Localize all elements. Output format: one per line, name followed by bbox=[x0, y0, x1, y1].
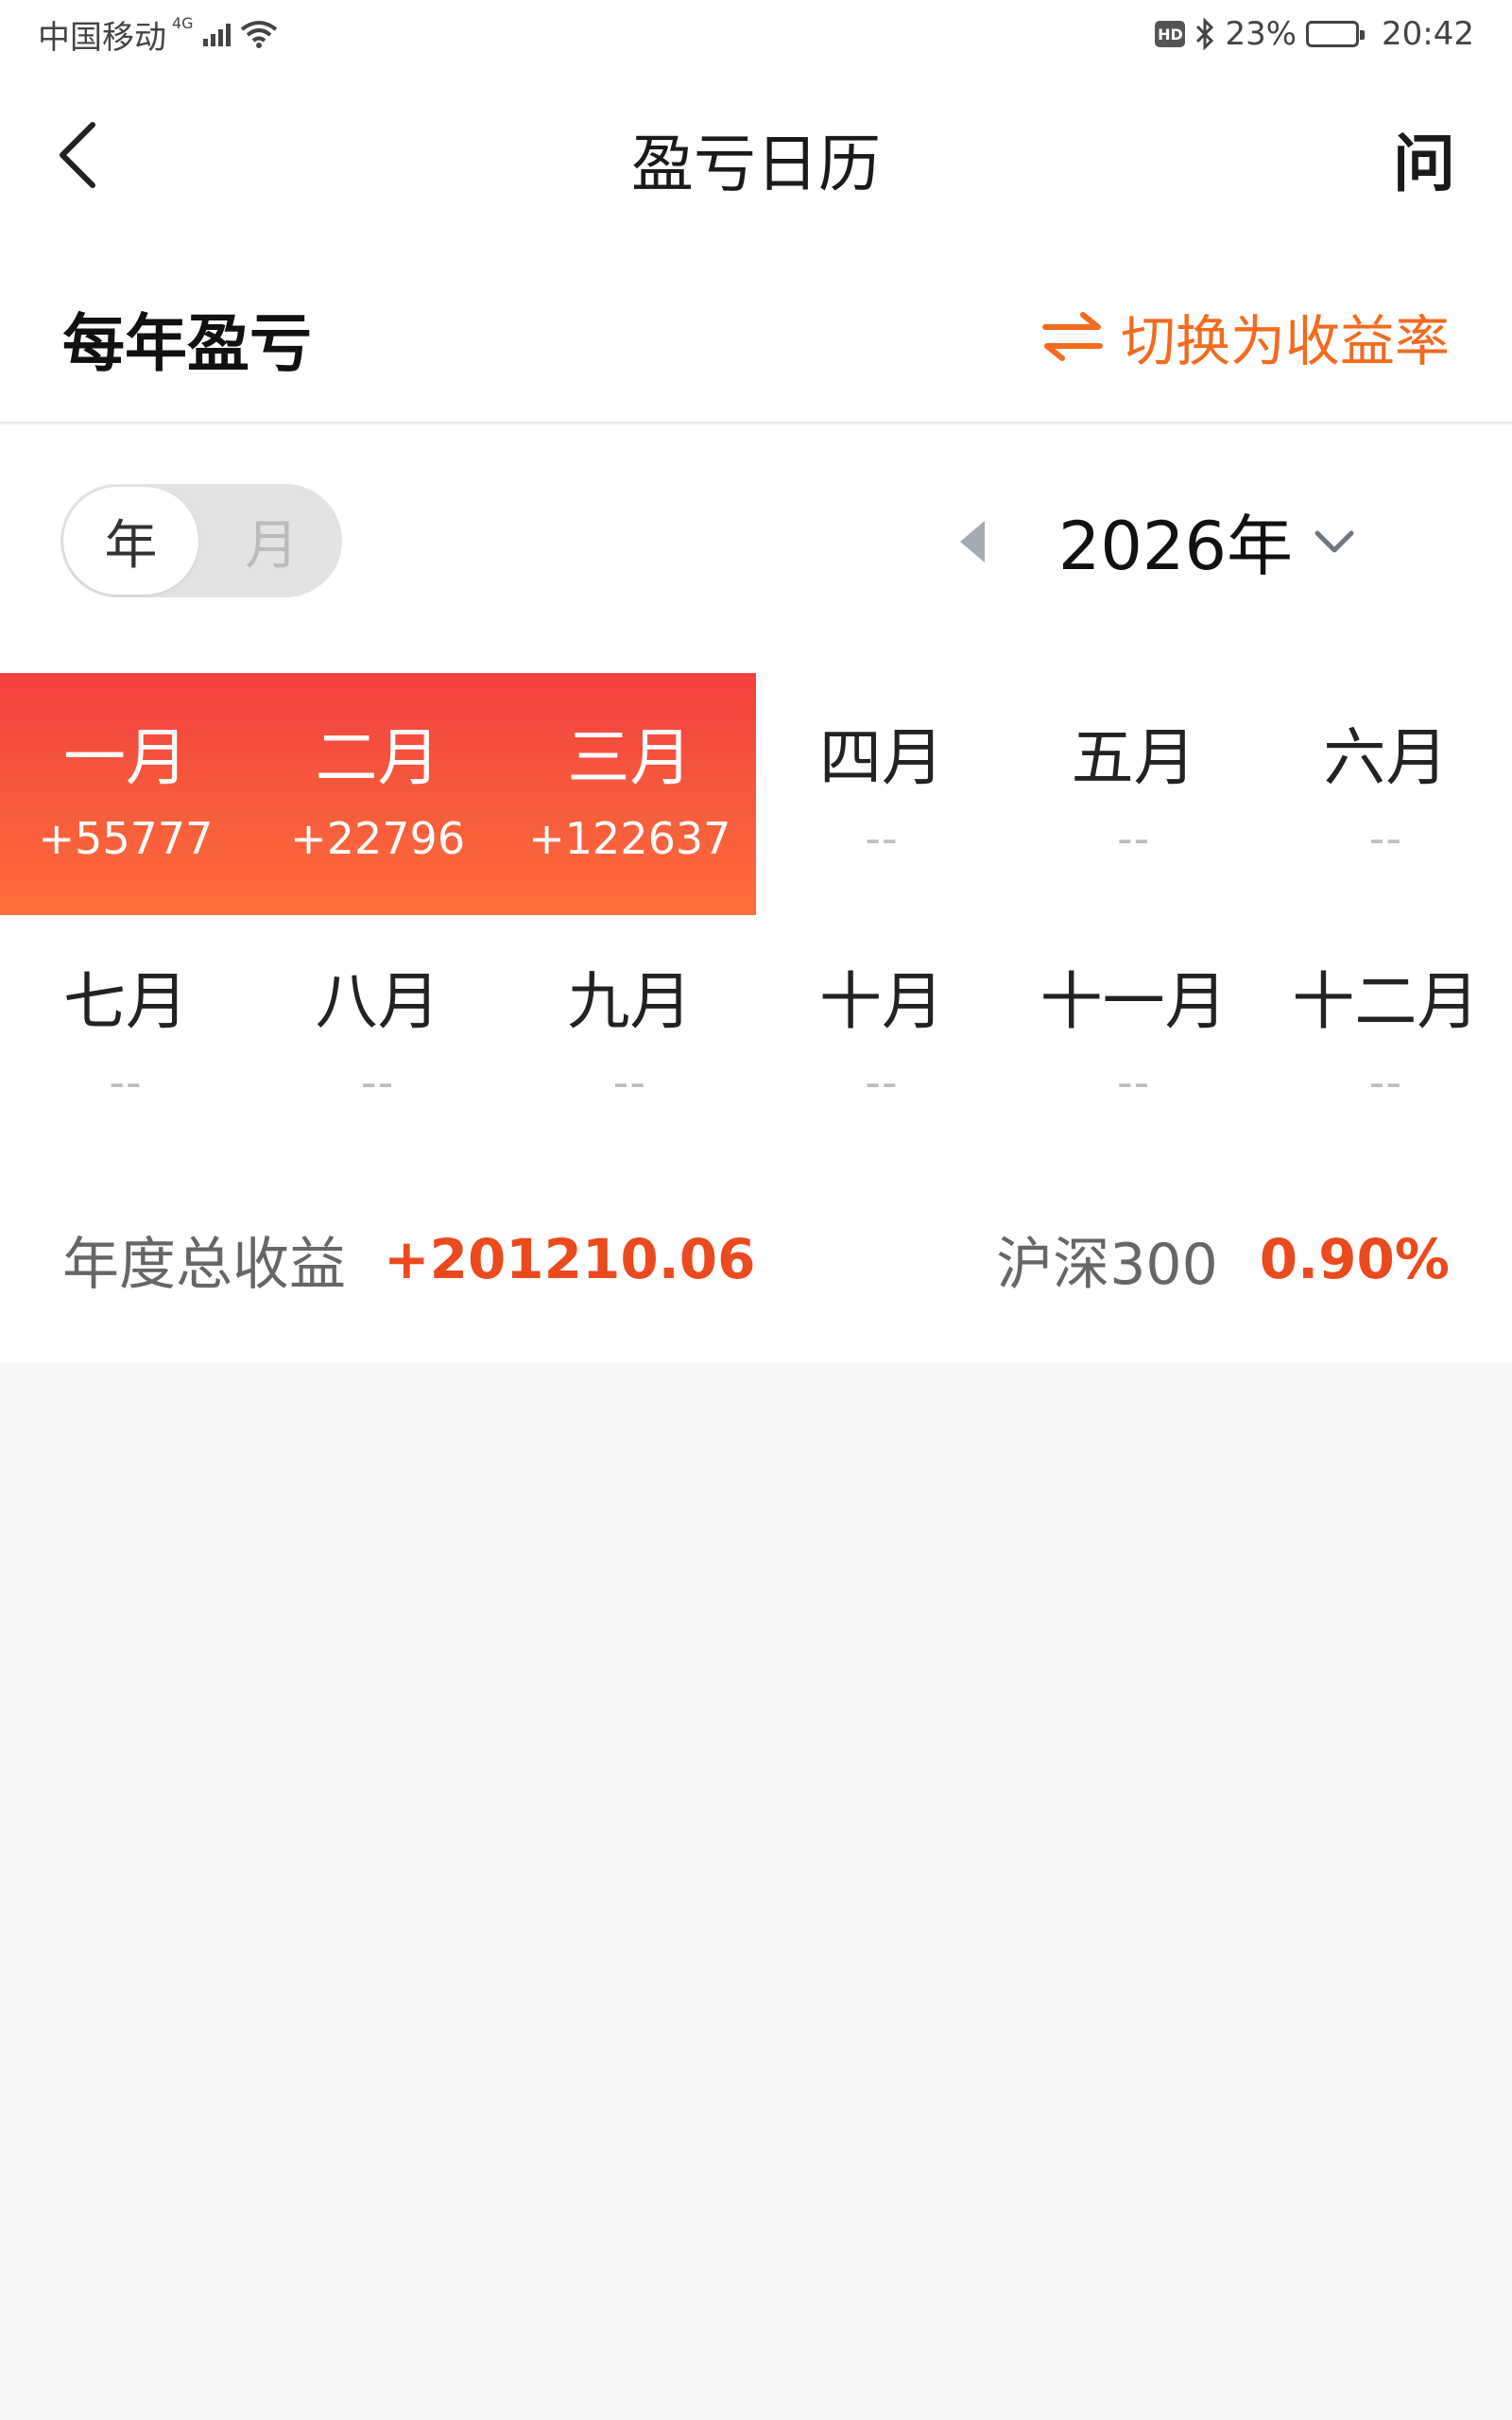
month-value: -- bbox=[1117, 813, 1151, 865]
month-value: +55777 bbox=[38, 813, 214, 865]
chevron-down-icon[interactable] bbox=[1314, 528, 1355, 555]
month-cell[interactable]: 四月 -- bbox=[756, 673, 1007, 915]
month-name: 十一月 bbox=[1040, 964, 1228, 1038]
page-title: 盈亏日历 bbox=[631, 128, 881, 200]
month-name: 二月 bbox=[315, 720, 440, 794]
month-value: -- bbox=[1368, 813, 1402, 865]
battery-percent: 23% bbox=[1225, 15, 1297, 53]
month-name: 九月 bbox=[567, 964, 693, 1038]
month-name: 七月 bbox=[63, 964, 188, 1038]
year-label[interactable]: 2026年 bbox=[1058, 493, 1293, 589]
hd-badge: HD bbox=[1155, 21, 1186, 47]
month-value: -- bbox=[1117, 1057, 1151, 1109]
month-value: -- bbox=[109, 1057, 143, 1109]
total-return-value: +201210.06 bbox=[384, 1227, 756, 1291]
signal-icon bbox=[202, 22, 231, 46]
year-selector: 2026年 bbox=[959, 493, 1355, 589]
switch-to-rate-button[interactable]: 切换为收益率 bbox=[1041, 297, 1450, 376]
annual-summary: 年度总收益 +201210.06 沪深300 0.90% bbox=[62, 1221, 1450, 1298]
month-grid: 一月 +55777 二月 +22796 三月 +122637 四月 -- 五月 -- 六月 -- 七月 -… bbox=[0, 673, 1512, 1161]
month-cell[interactable]: 三月 +122637 bbox=[504, 673, 755, 915]
month-name: 八月 bbox=[315, 964, 440, 1038]
month-value: -- bbox=[612, 1057, 646, 1109]
month-cell[interactable]: 十二月 -- bbox=[1260, 917, 1511, 1159]
month-cell[interactable]: 八月 -- bbox=[252, 917, 504, 1159]
benchmark-group: 沪深300 0.90% bbox=[996, 1219, 1450, 1301]
month-name: 三月 bbox=[567, 720, 693, 794]
period-toggle: 年 月 bbox=[60, 484, 342, 597]
month-value: -- bbox=[865, 813, 899, 865]
month-cell[interactable]: 十月 -- bbox=[756, 917, 1007, 1159]
prev-year-arrow-icon[interactable] bbox=[959, 520, 985, 562]
month-value: +122637 bbox=[528, 813, 731, 865]
month-name: 一月 bbox=[63, 720, 188, 794]
help-button[interactable]: 问 bbox=[1393, 113, 1455, 204]
network-type: 4G bbox=[172, 13, 194, 32]
month-cell[interactable]: 五月 -- bbox=[1008, 673, 1260, 915]
benchmark-label: 沪深300 bbox=[996, 1231, 1218, 1298]
month-name: 十月 bbox=[819, 964, 944, 1038]
toggle-month[interactable]: 月 bbox=[204, 487, 339, 595]
battery-icon bbox=[1306, 21, 1366, 47]
month-cell[interactable]: 六月 -- bbox=[1260, 673, 1511, 915]
month-cell[interactable]: 七月 -- bbox=[0, 917, 251, 1159]
month-name: 五月 bbox=[1071, 720, 1196, 794]
nav-bar: 盈亏日历 问 bbox=[0, 68, 1512, 248]
month-value: -- bbox=[1368, 1057, 1402, 1109]
status-time: 20:42 bbox=[1382, 15, 1474, 53]
section-title: 每年盈亏 bbox=[62, 307, 312, 380]
calendar-card: 年 月 2026年 一月 +55777 二月 +22796 三月 +122637 四月 -- 五… bbox=[0, 425, 1512, 1363]
month-cell[interactable]: 九月 -- bbox=[504, 917, 755, 1159]
carrier-name: 中国移动 bbox=[38, 18, 166, 57]
bluetooth-icon bbox=[1196, 18, 1214, 50]
status-left: 中国移动 4G bbox=[38, 11, 278, 58]
month-value: -- bbox=[865, 1057, 899, 1109]
total-return-group: 年度总收益 +201210.06 bbox=[62, 1219, 755, 1301]
month-name: 十二月 bbox=[1292, 964, 1480, 1038]
status-bar: 中国移动 4G HD 23% 20:42 bbox=[0, 0, 1512, 68]
month-cell[interactable]: 二月 +22796 bbox=[252, 673, 504, 915]
toggle-year[interactable]: 年 bbox=[63, 487, 198, 595]
month-value: +22796 bbox=[290, 813, 466, 865]
month-value: -- bbox=[361, 1057, 395, 1109]
total-return-label: 年度总收益 bbox=[62, 1231, 346, 1298]
benchmark-value: 0.90% bbox=[1259, 1227, 1450, 1291]
month-name: 六月 bbox=[1323, 720, 1449, 794]
wifi-icon bbox=[240, 21, 277, 48]
swap-icon bbox=[1041, 312, 1103, 361]
month-name: 四月 bbox=[819, 720, 944, 794]
month-cell[interactable]: 一月 +55777 bbox=[0, 673, 251, 915]
section-header: 每年盈亏 切换为收益率 bbox=[0, 248, 1512, 424]
month-cell[interactable]: 十一月 -- bbox=[1008, 917, 1260, 1159]
status-right: HD 23% 20:42 bbox=[1155, 15, 1474, 53]
switch-label: 切换为收益率 bbox=[1120, 309, 1450, 373]
